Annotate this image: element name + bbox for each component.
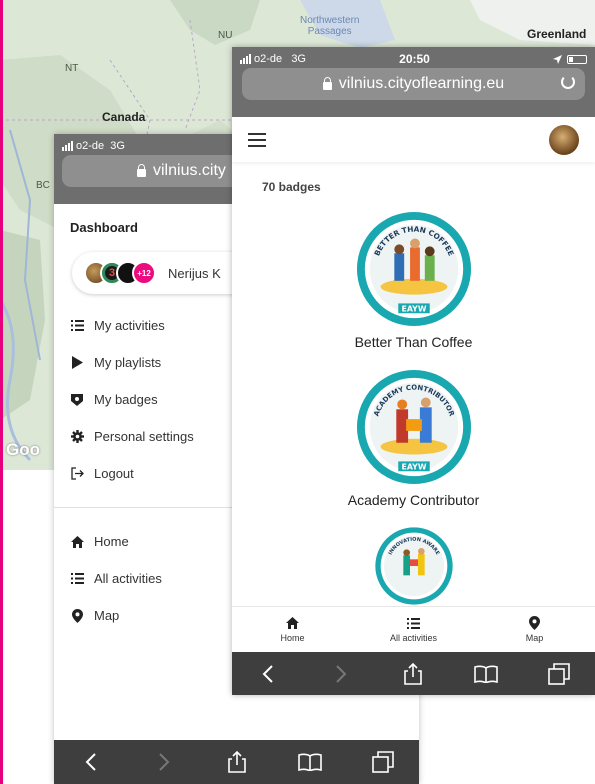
share-icon[interactable]: [400, 661, 426, 687]
map-label-canada: Canada: [102, 110, 146, 124]
map-label-nu: NU: [218, 30, 233, 41]
hamburger-menu-icon[interactable]: [248, 132, 266, 147]
network-label: 3G: [291, 53, 306, 65]
nav-item-map[interactable]: Map: [70, 597, 162, 634]
badge-card[interactable]: INNOVATION AWARE: [232, 526, 595, 606]
app-header: [232, 117, 595, 162]
battery-icon: [566, 54, 587, 64]
lock-icon: [322, 77, 332, 90]
browser-chrome: o2-de 3G 20:50 vilnius.cityoflearning.eu: [232, 47, 595, 117]
network-label: 3G: [110, 140, 125, 152]
location-arrow-icon: [552, 54, 562, 64]
dashboard-title: Dashboard: [70, 220, 138, 235]
badge-card[interactable]: BETTER THAN COFFEE EAYW Better Than Coff…: [232, 210, 595, 350]
status-bar: o2-de 3G 20:50: [232, 50, 595, 68]
home-icon: [70, 535, 84, 549]
url-text: vilnius.cityoflearning.eu: [338, 75, 505, 92]
map-label-nt: NT: [65, 63, 79, 74]
bottom-navigation: Home All activities Map: [232, 606, 595, 652]
forward-arrow-icon[interactable]: [328, 661, 354, 687]
shield-icon: [70, 393, 84, 407]
badge-card[interactable]: ACADEMY CONTRIBUTOR EAYW Academy Contrib…: [232, 368, 595, 508]
avatar[interactable]: [549, 124, 579, 155]
badge-image-academy-contributor: ACADEMY CONTRIBUTOR EAYW: [356, 369, 471, 485]
reload-icon[interactable]: [561, 75, 575, 89]
back-arrow-icon[interactable]: [255, 661, 281, 687]
logout-icon: [70, 467, 84, 481]
carrier-label: o2-de: [254, 53, 283, 65]
carrier-label: o2-de: [76, 140, 105, 152]
menu-item-personal-settings[interactable]: Personal settings: [70, 418, 194, 455]
google-logo: Goo: [6, 440, 40, 459]
user-name: Nerijus K: [168, 265, 221, 281]
bookmarks-icon[interactable]: [473, 661, 499, 687]
front-phone-screen: o2-de 3G 20:50 vilnius.cityoflearning.eu…: [232, 47, 595, 695]
menu-item-my-activities[interactable]: My activities: [70, 307, 194, 344]
bookmarks-icon[interactable]: [297, 749, 323, 775]
badge-name: Better Than Coffee: [354, 334, 473, 350]
share-icon[interactable]: [224, 749, 250, 775]
svg-text:EAYW: EAYW: [401, 304, 426, 313]
menu-item-my-badges[interactable]: My badges: [70, 381, 194, 418]
play-icon: [70, 356, 84, 370]
badge-name: Academy Contributor: [347, 492, 480, 508]
svg-text:EAYW: EAYW: [401, 462, 426, 471]
site-navigation-menu: Home All activities Map: [70, 523, 162, 634]
tabs-icon[interactable]: [546, 661, 572, 687]
bottom-nav-all-activities[interactable]: All activities: [353, 607, 474, 652]
url-text: vilnius.city: [153, 162, 226, 179]
badge-image-innovation-aware: INNOVATION AWARE: [374, 527, 453, 605]
map-pin-icon: [70, 608, 84, 623]
bottom-nav-home[interactable]: Home: [232, 607, 353, 652]
menu-item-my-playlists[interactable]: My playlists: [70, 344, 194, 381]
badge-count-label: 70 badges: [262, 180, 321, 194]
back-arrow-icon[interactable]: [78, 749, 104, 775]
lock-icon: [137, 164, 146, 177]
forward-arrow-icon[interactable]: [151, 749, 177, 775]
tabs-icon[interactable]: [370, 749, 396, 775]
badge-image-better-than-coffee: BETTER THAN COFFEE EAYW: [356, 211, 471, 327]
map-label-bc: BC: [36, 180, 50, 191]
gear-icon: [70, 430, 84, 444]
address-bar[interactable]: vilnius.cityoflearning.eu: [242, 68, 585, 100]
map-label-passages: Northwestern Passages: [300, 15, 360, 37]
list-icon: [70, 572, 84, 586]
browser-toolbar: [232, 652, 595, 695]
avatar-stack: 3 +12: [84, 261, 156, 285]
nav-item-all-activities[interactable]: All activities: [70, 560, 162, 597]
menu-item-logout[interactable]: Logout: [70, 455, 194, 492]
dashboard-menu: My activities My playlists My badges Per…: [70, 307, 194, 492]
status-time: 20:50: [399, 52, 430, 66]
bottom-nav-map[interactable]: Map: [474, 607, 595, 652]
browser-toolbar: [54, 740, 419, 784]
signal-icon: [62, 141, 73, 151]
list-icon: [70, 319, 84, 333]
list-icon: [407, 616, 420, 630]
home-icon: [286, 616, 299, 630]
signal-icon: [240, 54, 251, 64]
map-pin-icon: [529, 616, 540, 630]
page-edge-accent: [0, 0, 3, 784]
map-label-greenland: Greenland: [527, 27, 587, 41]
extra-count-badge: +12: [132, 261, 156, 285]
nav-item-home[interactable]: Home: [70, 523, 162, 560]
